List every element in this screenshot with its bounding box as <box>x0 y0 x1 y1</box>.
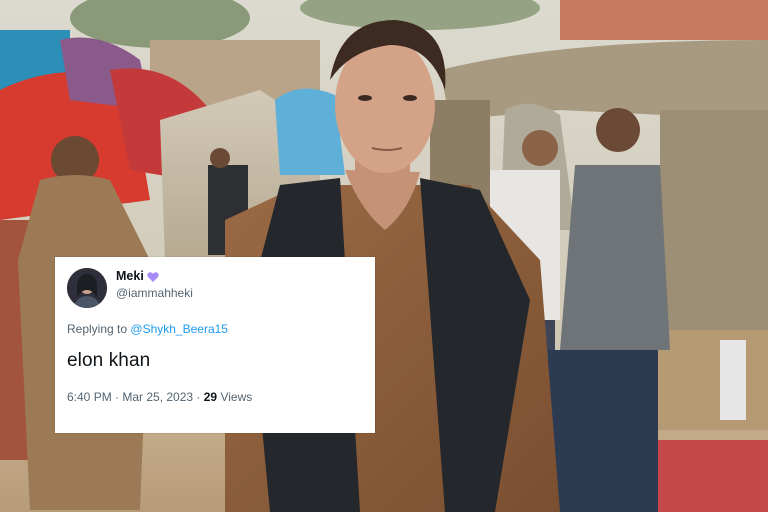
display-name-row: Meki <box>116 269 193 283</box>
tweet-timestamp[interactable]: 6:40 PM · Mar 25, 2023 <box>67 390 193 404</box>
tweet-header: Meki @iammahheki <box>67 267 363 308</box>
tweet-author-block: Meki @iammahheki <box>116 267 193 300</box>
replying-to-prefix: Replying to <box>67 322 128 336</box>
user-handle[interactable]: @iammahheki <box>116 286 193 300</box>
purple-heart-icon <box>147 270 159 282</box>
background-photo <box>0 0 768 512</box>
replying-to-line: Replying to @Shykh_Beera15 <box>67 322 363 336</box>
tweet-metadata: 6:40 PM · Mar 25, 2023 · 29 Views <box>67 390 363 404</box>
views-count[interactable]: 29 <box>204 390 217 404</box>
meta-separator: · <box>193 390 204 404</box>
tweet-text: elon khan <box>67 350 151 371</box>
tweet-card[interactable]: Meki @iammahheki Replying to @Shykh_Beer… <box>55 257 375 433</box>
display-name[interactable]: Meki <box>116 269 144 283</box>
replying-to-handle-link[interactable]: @Shykh_Beera15 <box>130 322 228 336</box>
avatar[interactable] <box>67 268 107 308</box>
views-label: Views <box>217 390 253 404</box>
